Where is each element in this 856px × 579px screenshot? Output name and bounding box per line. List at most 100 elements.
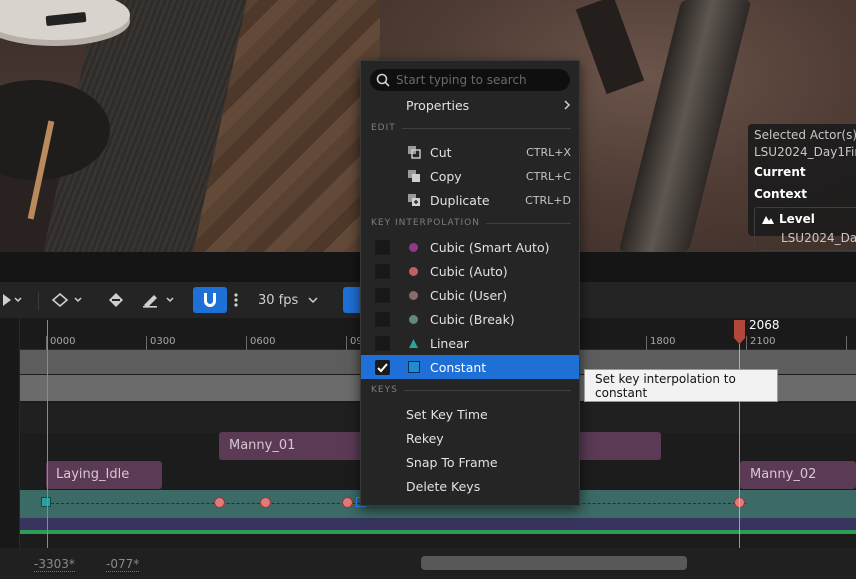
menu-item-properties[interactable]: Properties (361, 93, 579, 117)
menu-item-cubic-smart-auto[interactable]: Cubic (Smart Auto) (361, 235, 579, 259)
menu-item-cubic-break[interactable]: Cubic (Break) (361, 307, 579, 331)
clip-manny-02[interactable]: Manny_02 (740, 461, 856, 489)
level-box[interactable]: Level LSU2024_Day (754, 207, 856, 251)
menu-item-duplicate[interactable]: Duplicate CTRL+D (361, 188, 579, 212)
key-menu-button[interactable] (50, 287, 88, 313)
menu-item-label: Rekey (406, 430, 444, 446)
section-keys: KEYS (371, 385, 571, 395)
keyframe[interactable] (342, 497, 353, 508)
menu-item-set-key-time[interactable]: Set Key Time (361, 402, 579, 426)
vertical-dots-icon (234, 293, 238, 307)
tooltip-text: Set key interpolation to constant (595, 371, 736, 400)
start-marker-line (47, 320, 48, 548)
checkbox[interactable] (375, 312, 390, 327)
keyframe[interactable] (214, 497, 225, 508)
ruler-label: 0600 (250, 336, 276, 347)
context-panel: Selected Actor(s) LSU2024_Day1Fir Curren… (748, 124, 856, 251)
toolbar-separator (38, 292, 39, 310)
checkbox[interactable] (375, 240, 390, 255)
cursor-icon (3, 294, 22, 306)
keyframe-constant[interactable] (41, 497, 51, 507)
selected-actors-label: Selected Actor(s) (754, 128, 856, 142)
key-diamond-icon (51, 292, 82, 308)
track-gutter (0, 318, 20, 548)
menu-search-box[interactable] (370, 69, 570, 91)
frame-rate-dropdown[interactable]: 30 fps (258, 287, 318, 313)
pen-icon (143, 295, 174, 308)
copy-icon (408, 170, 420, 182)
shortcut: CTRL+X (526, 145, 571, 159)
clip-label: Manny_02 (750, 467, 817, 482)
screen: Selected Actor(s) LSU2024_Day1Fir Curren… (0, 0, 856, 579)
view-range-end[interactable]: -077* (106, 557, 140, 572)
interp-dot-icon (409, 266, 418, 276)
view-range-start[interactable]: -3303* (34, 557, 75, 572)
menu-item-copy[interactable]: Copy CTRL+C (361, 164, 579, 188)
menu-item-cubic-user[interactable]: Cubic (User) (361, 283, 579, 307)
menu-item-label: Cubic (User) (430, 287, 508, 303)
checkbox-checked[interactable] (375, 360, 390, 375)
menu-item-linear[interactable]: Linear (361, 331, 579, 355)
clip-laying-idle[interactable]: Laying_Idle (46, 461, 162, 489)
magnet-icon (204, 293, 216, 307)
section-title: KEY INTERPOLATION (371, 218, 480, 228)
shortcut: CTRL+D (525, 193, 571, 207)
tooltip: Set key interpolation to constant (584, 369, 778, 402)
timeline-footer: -3303* -077* (0, 548, 856, 579)
selected-actor-name: LSU2024_Day1Fir (754, 145, 856, 159)
menu-item-rekey[interactable]: Rekey (361, 426, 579, 450)
menu-item-label: Copy (430, 168, 462, 184)
duplicate-icon (408, 194, 420, 206)
menu-item-label: Snap To Frame (406, 454, 498, 470)
ruler-label: 0300 (150, 336, 176, 347)
chevron-down-icon (308, 297, 318, 304)
menu-item-label: Set Key Time (406, 406, 488, 422)
level-label: Level (779, 212, 815, 226)
section-title: EDIT (371, 123, 396, 133)
menu-item-cubic-auto[interactable]: Cubic (Auto) (361, 259, 579, 283)
range-bar (20, 530, 856, 534)
interp-dot-icon (409, 314, 418, 324)
ruler-label: 2100 (750, 336, 776, 347)
search-input[interactable] (396, 73, 566, 87)
menu-item-label: Cubic (Break) (430, 311, 515, 327)
menu-item-label: Cubic (Smart Auto) (430, 239, 550, 255)
checkbox[interactable] (375, 288, 390, 303)
ruler-label: 1800 (650, 336, 676, 347)
menu-item-delete-keys[interactable]: Delete Keys (361, 474, 579, 498)
menu-item-label: Linear (430, 335, 469, 351)
select-tool-button[interactable] (0, 287, 30, 313)
menu-item-label: Cubic (Auto) (430, 263, 508, 279)
key-fill-icon (109, 293, 123, 307)
auto-key-button[interactable] (103, 287, 129, 313)
checkbox[interactable] (375, 336, 390, 351)
snap-toggle-button[interactable] (193, 287, 227, 313)
menu-item-cut[interactable]: Cut CTRL+X (361, 140, 579, 164)
interp-dot-icon (409, 290, 418, 300)
level-icon (762, 216, 774, 224)
menu-item-label: Constant (430, 359, 487, 375)
playhead-frame: 2068 (749, 318, 780, 332)
checkbox[interactable] (375, 264, 390, 279)
level-name: LSU2024_Day (781, 231, 856, 245)
edit-mode-button[interactable] (140, 287, 180, 313)
triangle-icon (409, 338, 418, 348)
horizontal-scrollbar[interactable] (421, 556, 687, 570)
menu-item-snap-to-frame[interactable]: Snap To Frame (361, 450, 579, 474)
checkmark-icon (377, 363, 388, 373)
clip-label: Manny_01 (229, 438, 296, 453)
playhead-line (739, 320, 740, 550)
fps-value: 30 fps (258, 292, 299, 308)
section-title: KEYS (371, 385, 398, 395)
menu-item-constant[interactable]: Constant (361, 355, 579, 379)
snap-options-button[interactable] (229, 287, 243, 313)
search-icon (376, 73, 390, 87)
chevron-right-icon (564, 100, 571, 110)
shortcut: CTRL+C (525, 169, 571, 183)
current-context-label: Current Context (754, 165, 807, 201)
square-key-icon (408, 361, 420, 373)
menu-item-label: Duplicate (430, 192, 490, 208)
ruler-label: 0000 (50, 336, 76, 347)
keyframe[interactable] (260, 497, 271, 508)
key-context-menu: Properties EDIT Cut CTRL+X Copy CTRL+C D… (360, 60, 580, 506)
